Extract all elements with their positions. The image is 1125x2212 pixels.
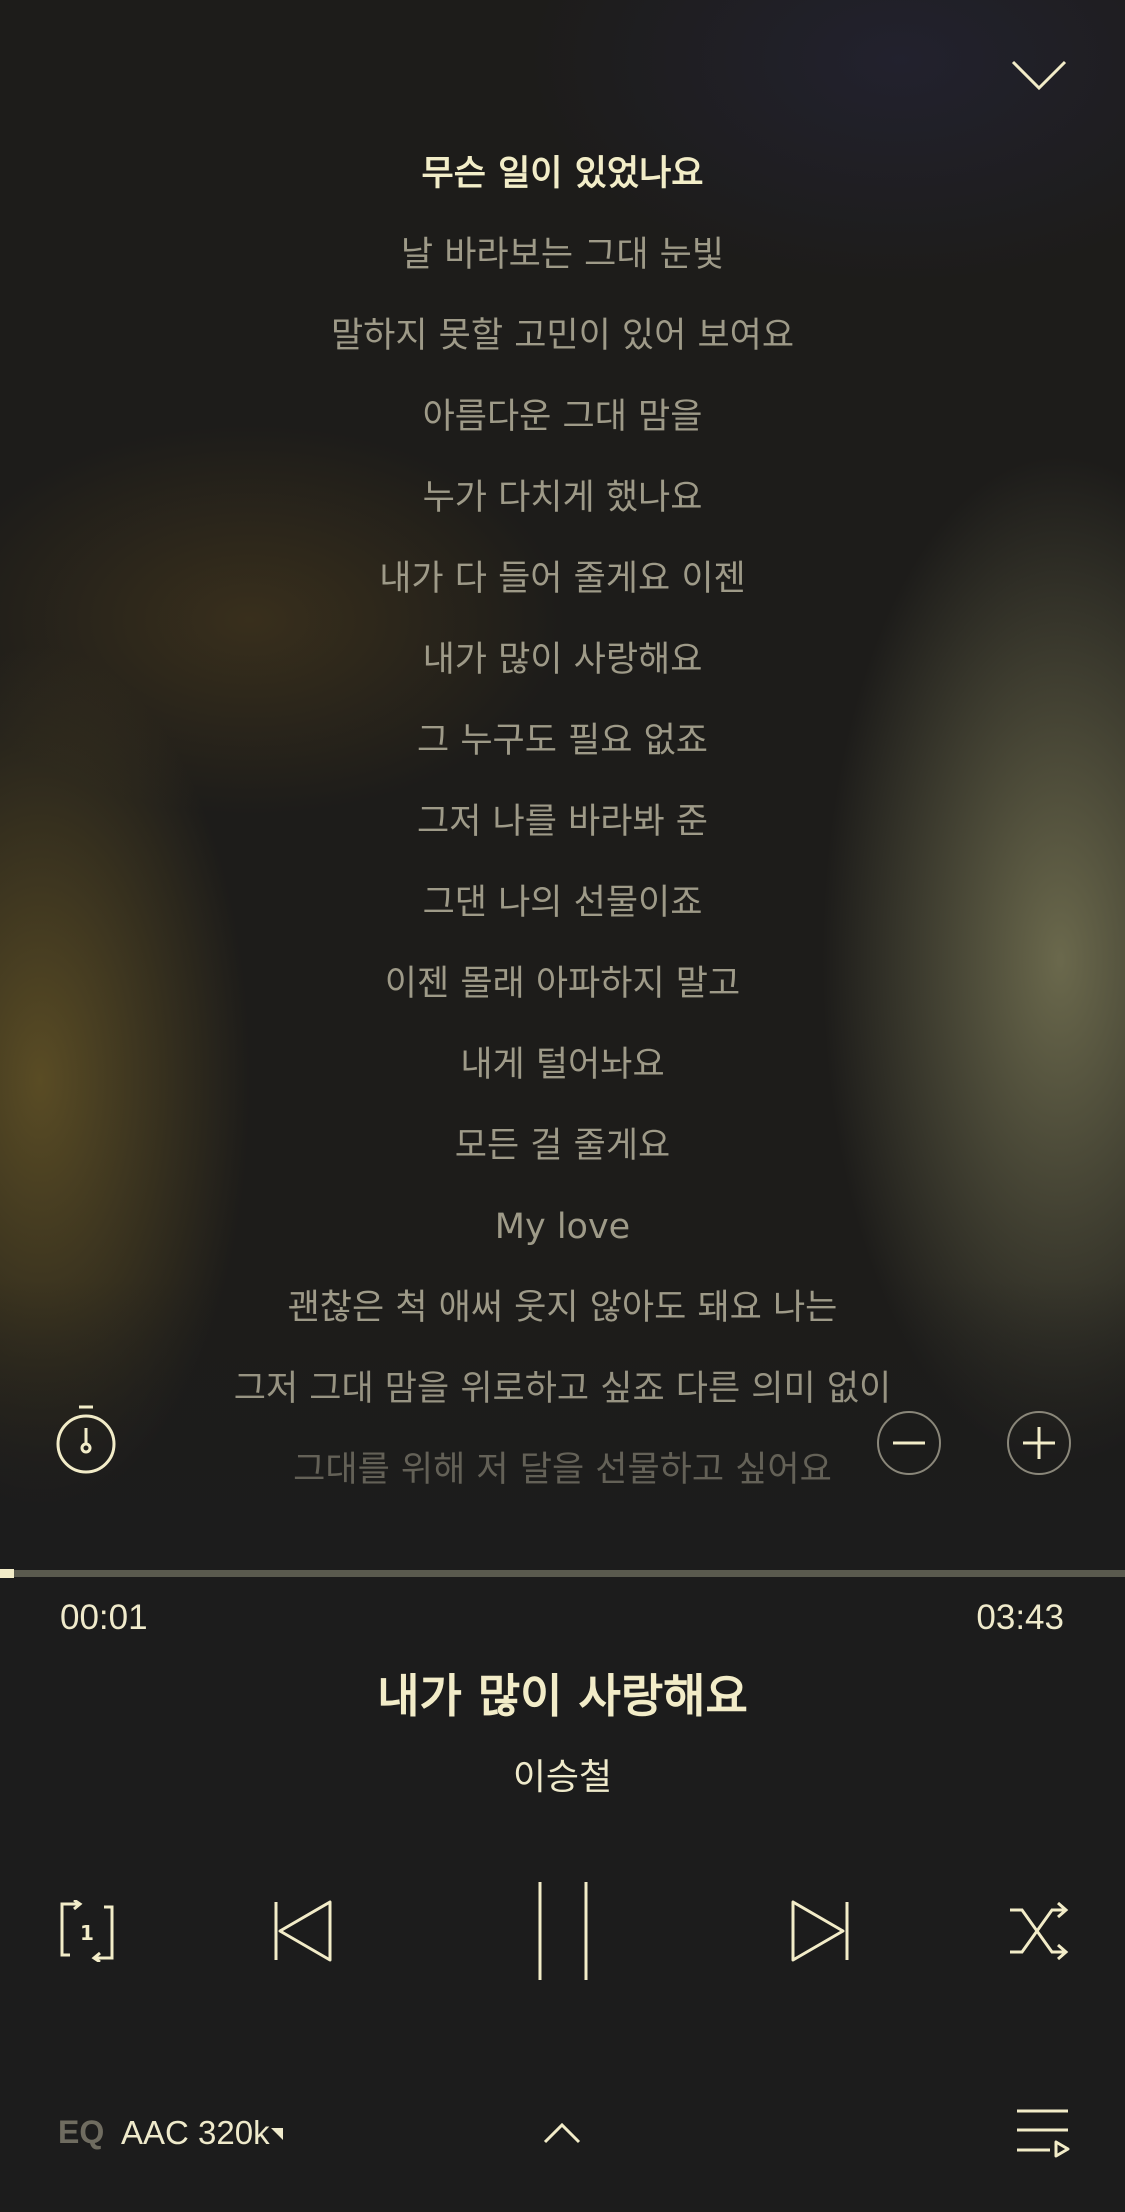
lyric-line[interactable]: 그 누구도 필요 없죠 — [0, 719, 1125, 763]
lyric-line[interactable]: 그대를 위해 저 달을 선물하고 싶어요 — [0, 1448, 1125, 1492]
artist-name[interactable]: 이승철 — [0, 1748, 1125, 1800]
next-track-icon[interactable] — [789, 1898, 851, 1964]
song-title: 내가 많이 사랑해요 — [377, 1669, 748, 1723]
repeat-one-icon[interactable]: 1 — [56, 1900, 118, 1962]
lyric-line[interactable]: 이젠 몰래 아파하지 말고 — [0, 962, 1125, 1006]
lyric-line[interactable]: 그저 나를 바라봐 준 — [0, 800, 1125, 844]
minus-circle-icon[interactable] — [876, 1410, 942, 1476]
eq-button[interactable]: EQ — [58, 2114, 104, 2151]
lyric-line[interactable]: 모든 걸 줄게요 — [0, 1124, 1125, 1168]
lyric-line[interactable]: My love — [0, 1205, 1125, 1249]
lyric-line[interactable]: 내가 다 들어 줄게요 이젠 — [0, 557, 1125, 601]
lyric-line[interactable]: 내게 털어놔요 — [0, 1043, 1125, 1087]
chevron-up-icon[interactable] — [543, 2122, 581, 2144]
shuffle-icon[interactable] — [1008, 1902, 1070, 1960]
stopwatch-icon[interactable] — [54, 1404, 118, 1474]
lyric-line[interactable]: 그댄 나의 선물이죠 — [0, 881, 1125, 925]
lyric-line[interactable]: 누가 다치게 했나요 — [0, 476, 1125, 520]
plus-circle-icon[interactable] — [1006, 1410, 1072, 1476]
lyric-line[interactable]: 무슨 일이 있었나요 — [0, 152, 1125, 196]
corner-triangle-icon — [271, 2110, 283, 2148]
lyric-line[interactable]: 날 바라보는 그대 눈빛 — [0, 233, 1125, 277]
previous-track-icon[interactable] — [272, 1898, 334, 1964]
playlist-icon[interactable] — [1016, 2108, 1070, 2158]
elapsed-time: 00:01 — [60, 1598, 148, 1637]
total-time: 03:43 — [976, 1598, 1064, 1637]
svg-text:1: 1 — [80, 1921, 94, 1945]
pause-icon[interactable] — [535, 1880, 591, 1982]
audio-quality-label: AAC 320k — [121, 2114, 270, 2151]
chevron-down-icon[interactable] — [1010, 58, 1068, 94]
audio-quality-button[interactable]: AAC 320k — [121, 2114, 283, 2152]
lyric-line[interactable]: 아름다운 그대 맘을 — [0, 395, 1125, 439]
lyric-line[interactable]: 그저 그대 맘을 위로하고 싶죠 다른 의미 없이 — [0, 1367, 1125, 1411]
progress-track[interactable] — [0, 1570, 1125, 1577]
progress-fill — [0, 1569, 14, 1578]
lyric-line[interactable]: 내가 많이 사랑해요 — [0, 638, 1125, 682]
lyric-line[interactable]: 말하지 못할 고민이 있어 보여요 — [0, 314, 1125, 358]
lyric-line[interactable]: 괜찮은 척 애써 웃지 않아도 돼요 나는 — [0, 1286, 1125, 1330]
